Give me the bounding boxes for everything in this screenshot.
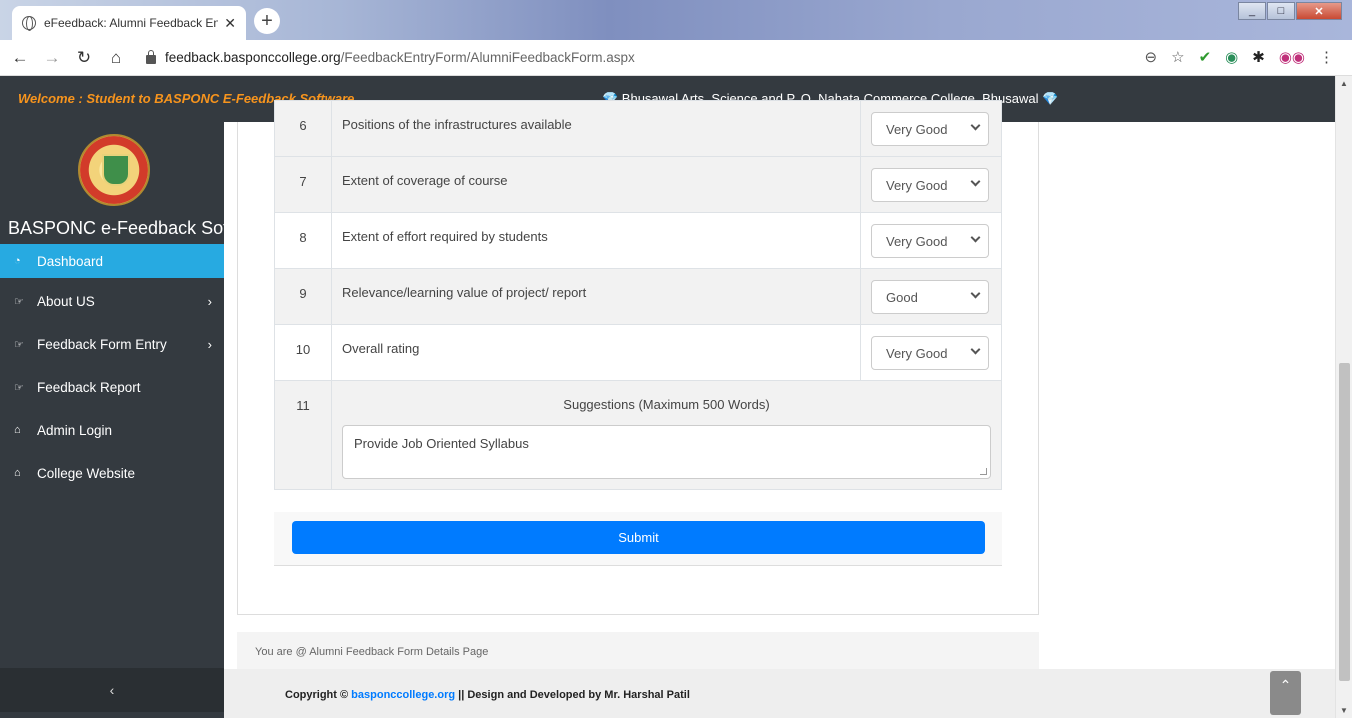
submit-button[interactable]: Submit: [292, 521, 985, 554]
chevron-down-icon: [970, 176, 981, 187]
puzzle-extension-icon[interactable]: ✱: [1252, 48, 1265, 66]
sidebar-item-feedback-report[interactable]: ☞ Feedback Report: [0, 370, 224, 404]
sidebar-item-dashboard[interactable]: ◔ Dashboard: [0, 244, 224, 278]
copyright-prefix: Copyright ©: [285, 689, 349, 701]
row-number: 11: [274, 380, 332, 490]
chevron-right-icon: ›: [207, 293, 212, 309]
table-row: 6 Positions of the infrastructures avail…: [274, 100, 1002, 157]
url-field[interactable]: feedback.basponccollege.org/FeedbackEntr…: [146, 50, 635, 65]
table-row: 8 Extent of effort required by students …: [274, 212, 1002, 269]
sidebar-collapse-button[interactable]: ‹: [0, 668, 224, 712]
sidebar-item-feedback-form-entry[interactable]: ☞ Feedback Form Entry ›: [0, 327, 224, 361]
row-number: 8: [274, 212, 332, 269]
eyes-extension-icon[interactable]: ◉◉: [1279, 48, 1305, 66]
hand-pointer-icon: ☞: [14, 338, 24, 351]
sidebar-item-label: Dashboard: [37, 253, 104, 269]
chevron-down-icon: [970, 120, 981, 131]
chevron-down-icon: [970, 288, 981, 299]
zoom-icon[interactable]: ⊖: [1145, 48, 1158, 66]
page-scrollbar[interactable]: ▲ ▼: [1335, 76, 1352, 718]
question-text: Extent of effort required by students: [331, 212, 861, 269]
home-icon: ⌂: [14, 424, 21, 436]
sidebar-item-label: Feedback Form Entry: [37, 336, 167, 352]
close-tab-icon[interactable]: ✕: [224, 15, 236, 32]
browser-tab[interactable]: eFeedback: Alumni Feedback Ent ✕: [12, 6, 246, 40]
url-path: /FeedbackEntryForm/AlumniFeedbackForm.as…: [340, 50, 635, 65]
suggestion-row: 11 Suggestions (Maximum 500 Words) Provi…: [274, 380, 1002, 490]
college-link[interactable]: basponccollege.org: [351, 689, 455, 701]
close-window-button[interactable]: ✕: [1296, 2, 1342, 20]
breadcrumb: You are @ Alumni Feedback Form Details P…: [237, 632, 1039, 669]
forward-icon[interactable]: →: [40, 48, 64, 68]
developer-credit: || Design and Developed by Mr. Harshal P…: [458, 689, 690, 701]
chevron-down-icon: [970, 344, 981, 355]
home-icon: ⌂: [14, 467, 21, 479]
scrollbar-thumb[interactable]: [1339, 363, 1350, 681]
address-bar: ← → ↻ ⌂ feedback.basponccollege.org/Feed…: [0, 40, 1352, 76]
footer: Copyright © basponccollege.org || Design…: [224, 669, 1335, 718]
sidebar-item-label: College Website: [37, 465, 136, 481]
selected-value: Good: [886, 289, 918, 305]
table-row: 9 Relevance/learning value of project/ r…: [274, 268, 1002, 325]
sidebar-item-label: About US: [37, 293, 95, 309]
feedback-table: 6 Positions of the infrastructures avail…: [274, 100, 1002, 490]
window-controls: _ □ ✕: [1238, 2, 1342, 20]
rating-select[interactable]: Very Good: [871, 112, 989, 146]
sidebar-item-admin-login[interactable]: ⌂ Admin Login: [0, 413, 224, 447]
home-icon[interactable]: ⌂: [104, 48, 128, 68]
maximize-button[interactable]: □: [1267, 2, 1295, 20]
college-logo: [78, 134, 150, 206]
rating-select[interactable]: Very Good: [871, 336, 989, 370]
suggestion-heading: Suggestions (Maximum 500 Words): [563, 397, 770, 412]
chevron-right-icon: ›: [207, 336, 212, 352]
sidebar: BASPONC e-Feedback Software ◔ Dashboard …: [0, 122, 226, 718]
lock-icon: [146, 50, 156, 64]
rating-select[interactable]: Very Good: [871, 224, 989, 258]
rating-select[interactable]: Good: [871, 280, 989, 314]
minimize-button[interactable]: _: [1238, 2, 1266, 20]
tab-title: eFeedback: Alumni Feedback Ent: [44, 16, 219, 30]
scroll-to-top-button[interactable]: ⌃: [1270, 671, 1301, 715]
question-text: Extent of coverage of course: [331, 156, 861, 213]
sidebar-item-about-us[interactable]: ☞ About US ›: [0, 284, 224, 318]
reload-icon[interactable]: ↻: [72, 48, 96, 68]
table-row: 10 Overall rating Very Good: [274, 324, 1002, 381]
hand-pointer-icon: ☞: [14, 381, 24, 394]
row-number: 10: [274, 324, 332, 381]
sidebar-item-label: Feedback Report: [37, 379, 141, 395]
browser-tab-strip: eFeedback: Alumni Feedback Ent ✕ + _ □ ✕: [0, 0, 1352, 40]
suggestion-textarea[interactable]: Provide Job Oriented Syllabus: [342, 425, 991, 479]
app-name: BASPONC e-Feedback Software: [8, 218, 226, 238]
back-icon[interactable]: ←: [8, 48, 32, 68]
extensions-area: ⊖ ☆ ✔ ◉ ✱ ◉◉ ⋮: [1145, 48, 1334, 66]
question-text: Positions of the infrastructures availab…: [331, 100, 861, 157]
selected-value: Very Good: [886, 121, 948, 137]
new-tab-button[interactable]: +: [254, 8, 280, 34]
selected-value: Very Good: [886, 345, 948, 361]
submit-section: Submit: [274, 512, 1002, 566]
url-domain: feedback.basponccollege.org: [165, 50, 341, 65]
chevron-down-icon: [970, 232, 981, 243]
sidebar-item-label: Admin Login: [37, 422, 113, 438]
vpn-extension-icon[interactable]: ◉: [1225, 48, 1238, 66]
bookmark-star-icon[interactable]: ☆: [1171, 48, 1184, 66]
question-text: Overall rating: [331, 324, 861, 381]
check-extension-icon[interactable]: ✔: [1199, 48, 1212, 66]
question-text: Relevance/learning value of project/ rep…: [331, 268, 861, 325]
scroll-down-arrow[interactable]: ▼: [1340, 706, 1348, 715]
sidebar-item-college-website[interactable]: ⌂ College Website: [0, 456, 224, 490]
row-number: 7: [274, 156, 332, 213]
globe-icon: [22, 16, 36, 31]
chevron-up-icon: ⌃: [1279, 677, 1292, 693]
menu-kebab-icon[interactable]: ⋮: [1319, 48, 1334, 66]
scroll-up-arrow[interactable]: ▲: [1340, 79, 1348, 88]
selected-value: Very Good: [886, 233, 948, 249]
hand-pointer-icon: ☞: [14, 295, 24, 308]
table-row: 7 Extent of coverage of course Very Good: [274, 156, 1002, 213]
dashboard-icon: ◔: [14, 255, 21, 267]
selected-value: Very Good: [886, 177, 948, 193]
row-number: 6: [274, 100, 332, 157]
row-number: 9: [274, 268, 332, 325]
rating-select[interactable]: Very Good: [871, 168, 989, 202]
